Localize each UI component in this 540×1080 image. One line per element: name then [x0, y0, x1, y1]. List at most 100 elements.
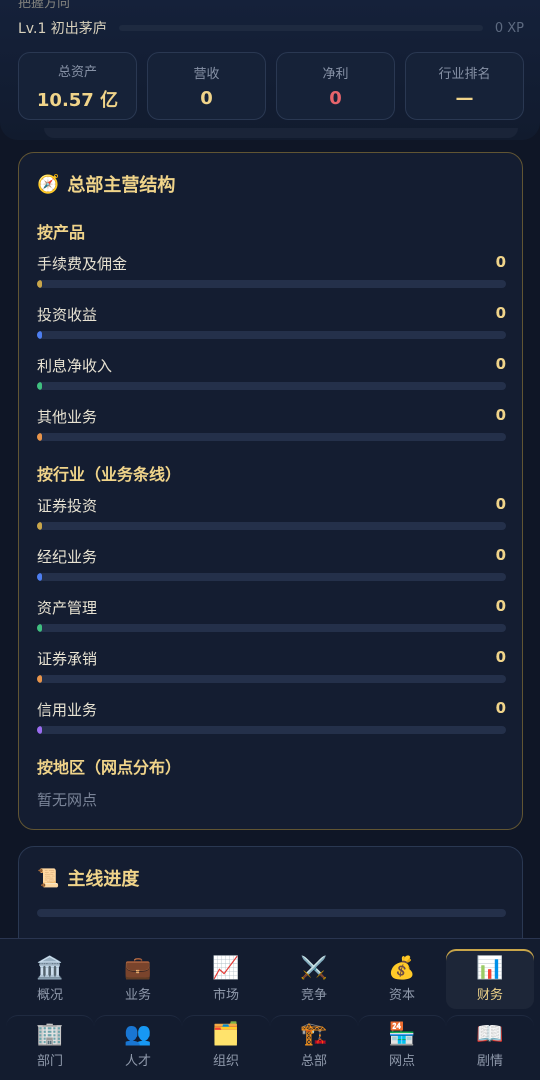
- item-label: 资产管理: [37, 599, 98, 617]
- item-bar: [37, 433, 506, 441]
- xp-text: 0 XP: [494, 20, 524, 36]
- item-label: 证券投资: [37, 497, 98, 515]
- section-by-product: 按产品: [37, 223, 86, 242]
- briefcase-icon: 💼: [124, 955, 152, 981]
- tab-story[interactable]: 📖 剧情: [446, 1015, 534, 1075]
- item-bar: [37, 726, 506, 734]
- tab-label: 人才: [124, 1054, 151, 1069]
- people-icon: 👥: [124, 1022, 152, 1047]
- tab-talent[interactable]: 👥 人才: [94, 1015, 182, 1075]
- tab-label: 剧情: [476, 1054, 503, 1069]
- tab-capital[interactable]: 💰 资本: [358, 949, 446, 1009]
- main-progress-title: 📜 主线进度: [37, 865, 139, 891]
- item-value: 0: [495, 355, 506, 373]
- empty-state-text: 暂无网点: [37, 791, 98, 809]
- item-bar-fill: [37, 624, 42, 632]
- item-label: 其他业务: [37, 408, 98, 426]
- construction-icon: 🏗️: [300, 1022, 328, 1047]
- item-label: 经纪业务: [37, 548, 98, 566]
- chart-up-icon: 📈: [212, 955, 240, 981]
- stat-value: 10.57 亿: [36, 89, 119, 111]
- item-bar-fill: [37, 675, 42, 683]
- item-value: 0: [495, 304, 506, 322]
- structure-title-text: 总部主营结构: [67, 175, 176, 196]
- tab-organization[interactable]: 🗂️ 组织: [182, 1015, 270, 1075]
- item-bar-fill: [37, 280, 42, 288]
- store-icon: 🏪: [388, 1022, 416, 1047]
- stat-label: 营收: [193, 67, 220, 82]
- stat-industry-rank[interactable]: 行业排名 —: [405, 52, 524, 120]
- bottom-nav: 🏛️ 概况 💼 业务 📈 市场 ⚔️ 竞争 💰 资本 📊 财务 🏢 部门 👥 人才 🗂️ 组织 🏗…: [0, 938, 540, 1080]
- tab-label: 网点: [388, 1054, 415, 1069]
- stats-row: 总资产 10.57 亿 营收 0 净利 0 行业排名 —: [18, 52, 524, 120]
- scroll-icon: 📜: [37, 867, 60, 889]
- item-value: 0: [495, 253, 506, 271]
- stat-label: 行业排名: [438, 67, 491, 82]
- structure-title: 🧭 总部主营结构: [37, 171, 175, 197]
- tab-competition[interactable]: ⚔️ 竞争: [270, 949, 358, 1009]
- stat-value: —: [455, 88, 474, 109]
- item-label: 信用业务: [37, 701, 98, 719]
- tab-label: 业务: [124, 987, 151, 1003]
- tab-label: 财务: [476, 987, 503, 1003]
- tab-business[interactable]: 💼 业务: [94, 949, 182, 1009]
- item-value: 0: [495, 406, 506, 424]
- item-bar-fill: [37, 382, 42, 390]
- item-bar: [37, 675, 506, 683]
- tab-headquarters[interactable]: 🏗️ 总部: [270, 1015, 358, 1075]
- section-by-region: 按地区（网点分布）: [37, 758, 182, 777]
- main-progress-title-text: 主线进度: [67, 869, 140, 890]
- item-bar-fill: [37, 726, 42, 734]
- item-label: 证券承销: [37, 650, 98, 668]
- item-label: 手续费及佣金: [37, 255, 128, 273]
- list-item: 利息净收入 0: [37, 355, 506, 395]
- item-bar-fill: [37, 522, 42, 530]
- compass-icon: 🧭: [37, 173, 60, 195]
- stat-value: 0: [200, 88, 213, 109]
- tab-label: 资本: [388, 987, 415, 1003]
- nav-row-secondary: 🏢 部门 👥 人才 🗂️ 组织 🏗️ 总部 🏪 网点 📖 剧情: [6, 1015, 534, 1077]
- item-value: 0: [495, 546, 506, 564]
- crossed-swords-icon: ⚔️: [300, 955, 328, 981]
- tab-department[interactable]: 🏢 部门: [6, 1015, 94, 1075]
- tab-market[interactable]: 📈 市场: [182, 949, 270, 1009]
- nav-row-primary: 🏛️ 概况 💼 业务 📈 市场 ⚔️ 竞争 💰 资本 📊 财务: [6, 949, 534, 1009]
- tab-label: 概况: [36, 987, 63, 1003]
- header-tail: [44, 128, 518, 138]
- bar-chart-icon: 📊: [476, 955, 504, 981]
- open-book-icon: 📖: [476, 1022, 504, 1047]
- item-bar-fill: [37, 433, 42, 441]
- list-item: 资产管理 0: [37, 597, 506, 637]
- tab-label: 部门: [36, 1054, 63, 1069]
- item-bar-fill: [37, 573, 42, 581]
- tab-label: 组织: [212, 1054, 239, 1069]
- item-value: 0: [495, 495, 506, 513]
- folder-icon: 🗂️: [212, 1022, 240, 1047]
- item-bar: [37, 331, 506, 339]
- header-cut-text: 把握方向: [18, 0, 71, 11]
- item-bar: [37, 522, 506, 530]
- money-bag-icon: 💰: [388, 955, 416, 981]
- list-item: 手续费及佣金 0: [37, 253, 506, 293]
- tab-branches[interactable]: 🏪 网点: [358, 1015, 446, 1075]
- section-by-industry: 按行业（业务条线）: [37, 465, 182, 484]
- stat-net-profit[interactable]: 净利 0: [276, 52, 395, 120]
- item-value: 0: [495, 597, 506, 615]
- tab-label: 市场: [212, 987, 239, 1003]
- item-value: 0: [495, 699, 506, 717]
- list-item: 证券承销 0: [37, 648, 506, 688]
- item-bar: [37, 280, 506, 288]
- stat-label: 总资产: [57, 64, 97, 80]
- stat-total-assets[interactable]: 总资产 10.57 亿: [18, 52, 137, 120]
- structure-card: 🧭 总部主营结构 按产品 手续费及佣金 0 投资收益 0 利息净收入 0 其他业…: [18, 152, 523, 830]
- item-label: 利息净收入: [37, 357, 113, 375]
- list-item: 其他业务 0: [37, 406, 506, 446]
- level-row: Lv.1 初出茅庐 0 XP: [18, 18, 524, 38]
- tab-finance[interactable]: 📊 财务: [446, 949, 534, 1009]
- list-item: 投资收益 0: [37, 304, 506, 344]
- item-bar: [37, 624, 506, 632]
- stat-revenue[interactable]: 营收 0: [147, 52, 266, 120]
- tab-label: 竞争: [300, 987, 327, 1003]
- tab-overview[interactable]: 🏛️ 概况: [6, 949, 94, 1009]
- list-item: 经纪业务 0: [37, 546, 506, 586]
